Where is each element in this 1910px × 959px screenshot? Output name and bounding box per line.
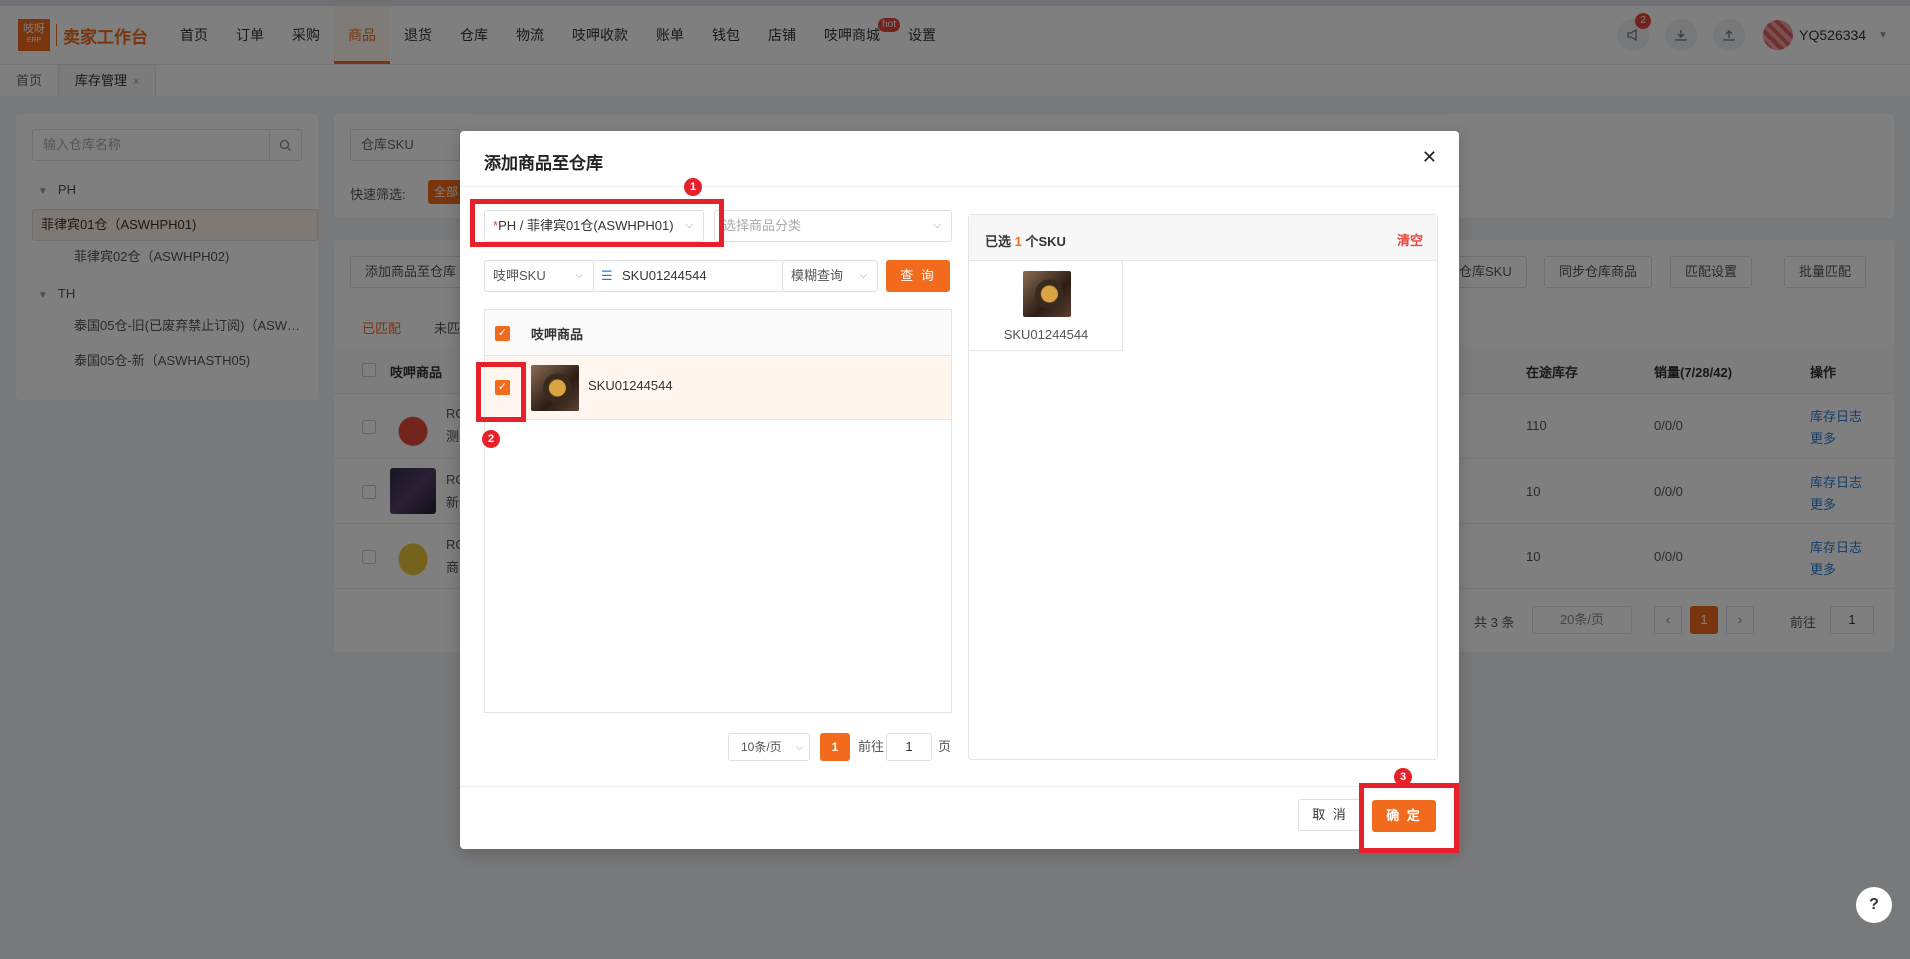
selected-panel: 已选 1 个SKU 清空 SKU01244544 (968, 214, 1438, 760)
product-sku: SKU01244544 (588, 378, 673, 393)
category-placeholder: 选择商品分类 (723, 218, 802, 233)
product-image (531, 365, 579, 411)
dialog-divider (460, 186, 1459, 187)
help-button[interactable]: ? (1856, 887, 1892, 923)
batch-input-icon[interactable]: ☰ (601, 261, 613, 291)
goto-label: 前往 (858, 739, 885, 754)
annotation-number-3: 3 (1394, 768, 1412, 786)
sku-search-value: SKU01244544 (622, 268, 707, 283)
selected-item-sku: SKU01244544 (1003, 327, 1089, 342)
product-table: ✓ 吱呷商品 ✓ SKU01244544 (484, 309, 952, 713)
match-mode-value: 模糊查询 (791, 268, 844, 283)
footer-divider (460, 786, 1459, 787)
selected-prefix: 已选 (985, 234, 1012, 249)
category-select[interactable]: 选择商品分类 ⌵ (714, 210, 952, 242)
selected-item[interactable]: SKU01244544 (969, 261, 1123, 351)
sku-type-select[interactable]: 吱呷SKU ⌵ (484, 260, 594, 292)
col-product: 吱呷商品 (531, 327, 584, 342)
table-row[interactable]: ✓ SKU01244544 (485, 356, 951, 420)
select-all-checkbox[interactable]: ✓ (495, 326, 510, 341)
selected-count-label: 已选 1 个SKU (985, 231, 1066, 250)
chevron-down-icon: ⌵ (796, 742, 803, 752)
sku-type-value: 吱呷SKU (493, 268, 546, 283)
current-page[interactable]: 1 (820, 733, 850, 761)
selected-header: 已选 1 个SKU 清空 (969, 215, 1437, 261)
annotation-number-1: 1 (684, 178, 702, 196)
clear-button[interactable]: 清空 (1397, 230, 1423, 249)
sku-search-input[interactable]: ☰ SKU01244544 (593, 260, 783, 292)
page-size-value: 10条/页 (741, 740, 782, 754)
product-image (1023, 271, 1071, 317)
table-header: ✓ 吱呷商品 (485, 310, 951, 356)
goto-input[interactable]: 1 (886, 733, 932, 761)
annotation-box-3 (1359, 783, 1459, 853)
match-mode-select[interactable]: 模糊查询 ⌵ (782, 260, 878, 292)
annotation-box-2 (476, 362, 526, 422)
dialog-pagination: 10条/页 ⌵ 1 前往 1 页 (460, 733, 959, 761)
annotation-number-2: 2 (482, 430, 500, 448)
selected-count: 1 (1014, 234, 1022, 249)
chevron-down-icon: ⌵ (859, 270, 867, 281)
chevron-down-icon: ⌵ (575, 270, 583, 281)
page-size-select[interactable]: 10条/页 ⌵ (728, 733, 810, 761)
page-unit: 页 (938, 739, 952, 754)
chevron-down-icon: ⌵ (933, 220, 941, 231)
annotation-box-1 (470, 199, 724, 247)
close-icon[interactable]: ✕ (1422, 147, 1437, 168)
cancel-button[interactable]: 取 消 (1298, 799, 1362, 831)
dialog-title: 添加商品至仓库 (484, 154, 603, 173)
query-button[interactable]: 查 询 (886, 260, 950, 292)
selected-suffix: 个SKU (1025, 234, 1066, 249)
